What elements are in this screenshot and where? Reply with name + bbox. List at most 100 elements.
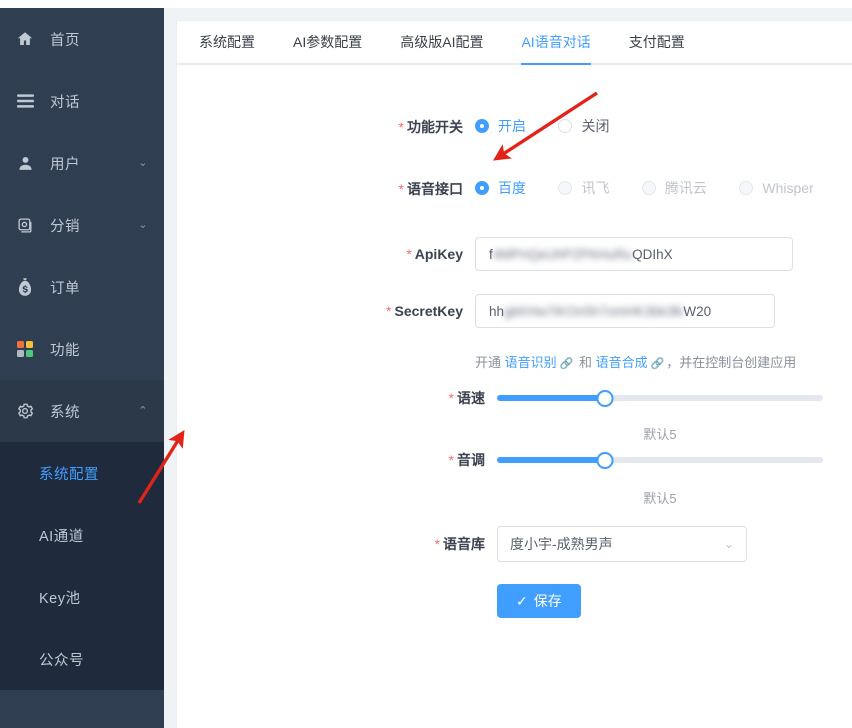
- home-icon: [14, 28, 36, 50]
- required-asterisk: *: [448, 452, 454, 468]
- radio-label: Whisper: [762, 180, 814, 196]
- sidebar-item-features[interactable]: 功能: [0, 318, 164, 380]
- pitch-slider[interactable]: [497, 451, 823, 469]
- gear-icon: [14, 400, 36, 422]
- link-speech-synthesis[interactable]: 语音合成: [596, 355, 648, 370]
- sidebar-subitem-label: 系统配置: [39, 466, 99, 483]
- sidebar-submenu-system: 系统配置 AI通道 Key池 公众号: [0, 442, 164, 690]
- sidebar-item-distribution[interactable]: 分销 ⌄: [0, 194, 164, 256]
- settings-card: 系统配置 AI参数配置 高级版AI配置 AI语音对话 支付配置 * 功能开关 开启: [176, 20, 852, 728]
- required-asterisk: *: [386, 303, 392, 319]
- field-feature-switch: 开启 关闭: [475, 116, 852, 138]
- required-asterisk: *: [398, 181, 404, 197]
- sidebar-subitem-system-config[interactable]: 系统配置: [0, 442, 164, 504]
- radio-label: 腾讯云: [664, 180, 707, 196]
- form-row-voice-library: * 语音库 度小宇-成熟男声 ⌄: [177, 513, 852, 575]
- slider-fill: [497, 457, 605, 463]
- label-voice-library: * 语音库: [177, 534, 497, 554]
- required-asterisk: *: [406, 246, 412, 262]
- label-text: 语速: [457, 390, 485, 406]
- pitch-default-note: 默认5: [643, 491, 677, 506]
- secret-key-suffix: W20: [683, 303, 712, 319]
- chevron-up-icon: ⌃: [138, 404, 148, 417]
- sidebar-subitem-official-account[interactable]: 公众号: [0, 628, 164, 690]
- content-area: 系统配置 AI参数配置 高级版AI配置 AI语音对话 支付配置 * 功能开关 开启: [164, 8, 852, 728]
- form-row-feature-switch: * 功能开关 开启 关闭: [177, 99, 852, 155]
- tab-label: 支付配置: [628, 34, 685, 50]
- form-row-api-key: * ApiKey f 4MPnQeUhPZPAHuRu QDIhX: [177, 223, 852, 285]
- form-row-speed: * 语速: [177, 385, 852, 411]
- check-icon: ✓: [516, 592, 528, 609]
- slider-fill: [497, 395, 605, 401]
- label-text: SecretKey: [394, 303, 464, 319]
- form-row-hint: 开通 语音识别 🔗 和 语音合成 🔗 ，并在控制台创建应用: [177, 337, 852, 385]
- field-save: ✓ 保存: [497, 584, 852, 618]
- label-voice-interface: * 语音接口: [177, 179, 475, 199]
- sidebar-subitem-label: AI通道: [39, 528, 84, 545]
- speed-slider[interactable]: [497, 389, 823, 407]
- sidebar-item-home[interactable]: 首页: [0, 8, 164, 70]
- form-row-save: ✓ 保存: [177, 575, 852, 627]
- field-secret-key: hh gkKHw7iKOn5h7omHK3bk3lk W20: [475, 294, 852, 328]
- form-row-speed-note: 默认5: [177, 411, 852, 447]
- sidebar-subitem-key-pool[interactable]: Key池: [0, 566, 164, 628]
- save-button-label: 保存: [533, 593, 562, 609]
- tab-bar: 系统配置 AI参数配置 高级版AI配置 AI语音对话 支付配置: [177, 21, 852, 65]
- field-voice-interface: 百度 讯飞 腾讯云 Whisper: [475, 178, 852, 200]
- field-hint: 开通 语音识别 🔗 和 语音合成 🔗 ，并在控制台创建应用: [475, 352, 852, 371]
- radio-label: 开启: [498, 118, 526, 134]
- secret-key-prefix: hh: [489, 303, 505, 319]
- tab-ai-params-config[interactable]: AI参数配置: [293, 32, 362, 63]
- tab-label: 系统配置: [199, 34, 255, 50]
- hint-prefix: 开通: [475, 354, 505, 370]
- label-text: 音调: [457, 452, 485, 468]
- radio-dot-icon: [475, 181, 489, 195]
- api-key-input[interactable]: f 4MPnQeUhPZPAHuRu QDIhX: [475, 237, 793, 271]
- app-root: 首页 对话 用户 ⌄ 分销 ⌄ 订单 功能 系统 ⌃ 系统配置 AI通道 Key…: [0, 0, 852, 728]
- radio-dot-icon: [558, 181, 573, 195]
- sidebar-item-label: 对话: [50, 94, 80, 111]
- form-row-voice-interface: * 语音接口 百度 讯飞 腾讯云 Whisper: [177, 155, 852, 223]
- voice-library-select[interactable]: 度小宇-成熟男声 ⌄: [497, 526, 747, 562]
- label-pitch: * 音调: [177, 450, 497, 470]
- slider-knob[interactable]: [596, 389, 614, 407]
- chevron-down-icon: ⌄: [138, 156, 148, 169]
- secret-key-input[interactable]: hh gkKHw7iKOn5h7omHK3bk3lk W20: [475, 294, 775, 328]
- sidebar-item-orders[interactable]: 订单: [0, 256, 164, 318]
- field-pitch: [497, 451, 852, 469]
- radio-label: 百度: [498, 180, 526, 196]
- sidebar-item-users[interactable]: 用户 ⌄: [0, 132, 164, 194]
- tab-system-config[interactable]: 系统配置: [199, 32, 255, 63]
- hint-suffix: ，并在控制台创建应用: [666, 354, 797, 370]
- tab-payment-config[interactable]: 支付配置: [629, 32, 685, 63]
- slider-knob[interactable]: [596, 451, 614, 469]
- radio-feature-on[interactable]: 开启: [475, 116, 526, 136]
- sidebar-item-system[interactable]: 系统 ⌃: [0, 380, 164, 442]
- link-speech-recognition[interactable]: 语音识别: [505, 355, 557, 370]
- sidebar-subitem-ai-channel[interactable]: AI通道: [0, 504, 164, 566]
- label-speed: * 语速: [177, 388, 497, 408]
- tab-advanced-ai-config[interactable]: 高级版AI配置: [400, 32, 483, 63]
- chevron-down-icon: ⌄: [723, 537, 734, 551]
- sidebar-item-label: 订单: [50, 280, 80, 297]
- label-api-key: * ApiKey: [177, 246, 475, 262]
- field-speed: [497, 389, 852, 407]
- radio-provider-baidu[interactable]: 百度: [475, 178, 526, 198]
- radio-dot-icon: [475, 119, 489, 133]
- form-row-pitch-note: 默认5: [177, 473, 852, 513]
- radio-feature-off[interactable]: 关闭: [558, 116, 609, 136]
- tab-label: AI语音对话: [521, 34, 591, 50]
- form-row-pitch: * 音调: [177, 447, 852, 473]
- tab-ai-voice-chat[interactable]: AI语音对话: [521, 32, 591, 65]
- field-voice-library: 度小宇-成熟男声 ⌄: [497, 526, 852, 562]
- sidebar-item-chat[interactable]: 对话: [0, 70, 164, 132]
- save-button[interactable]: ✓ 保存: [497, 584, 581, 618]
- field-speed-note: 默认5: [497, 415, 852, 443]
- label-text: 功能开关: [407, 119, 463, 135]
- label-text: 语音接口: [407, 181, 463, 197]
- radio-label: 讯飞: [581, 180, 610, 196]
- chat-list-icon: [14, 90, 36, 112]
- api-key-suffix: QDIhX: [632, 246, 673, 262]
- required-asterisk: *: [398, 119, 404, 135]
- field-pitch-note: 默认5: [497, 479, 852, 507]
